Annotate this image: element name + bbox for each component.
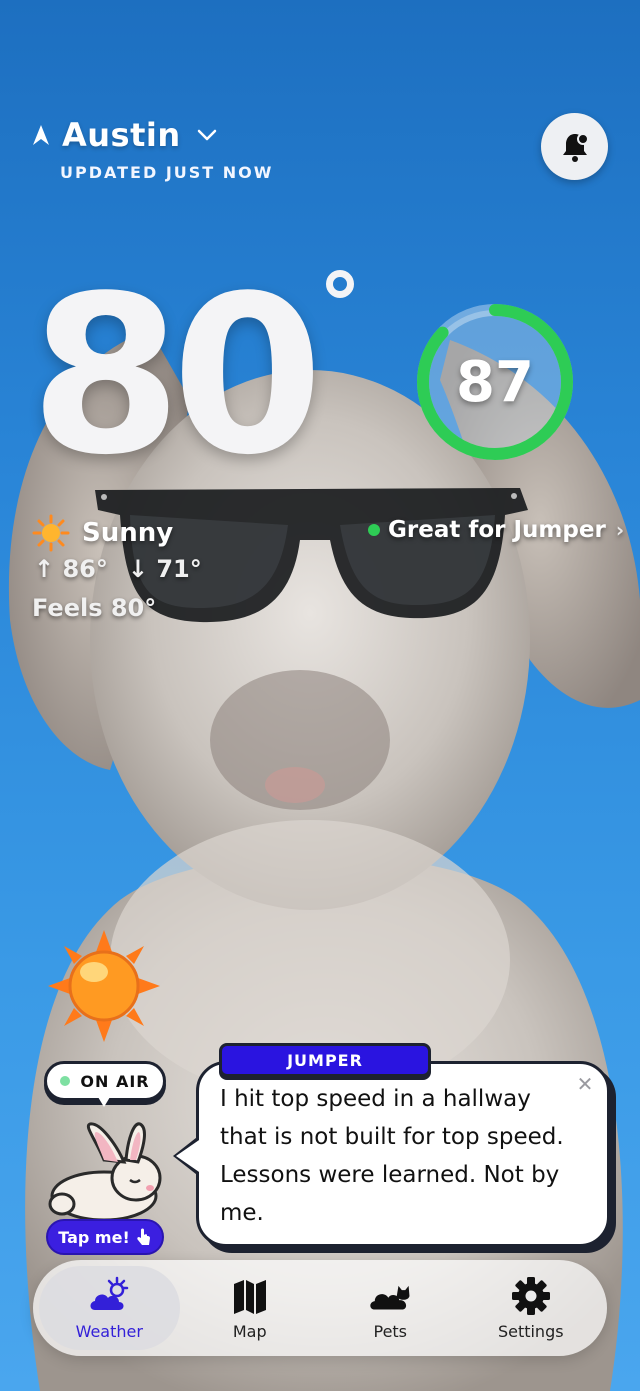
tab-label: Settings	[497, 1321, 564, 1341]
sun-icon	[32, 514, 70, 552]
tab-label: Pets	[373, 1321, 408, 1341]
gear-icon	[511, 1276, 550, 1315]
low-temp: ↓ 71°	[127, 555, 202, 583]
city-name: Austin	[62, 116, 181, 154]
chevron-down-icon	[197, 129, 216, 141]
status-dot	[368, 524, 380, 536]
degree-symbol	[326, 270, 354, 298]
tap-me-button[interactable]: Tap me!	[46, 1219, 164, 1255]
low-temp-value: 71°	[156, 555, 202, 583]
on-air-label: ON AIR	[80, 1071, 150, 1091]
pet-status-text: Great for Jumper	[388, 517, 606, 543]
notifications-button[interactable]	[541, 113, 608, 180]
condition-row: Sunny	[32, 514, 173, 552]
cloud-sun-icon	[90, 1276, 129, 1310]
updated-status: UPDATED JUST NOW	[60, 163, 274, 182]
chevron-right-icon: ›	[615, 518, 625, 542]
pet-status-link[interactable]: Great for Jumper ›	[368, 517, 624, 543]
cloud-cat-icon	[370, 1285, 410, 1310]
tab-map[interactable]: Map	[180, 1266, 321, 1350]
high-temp-value: 86°	[62, 555, 108, 583]
tab-settings[interactable]: Settings	[461, 1266, 602, 1350]
speaker-tag: JUMPER	[219, 1043, 431, 1077]
sun-sticker-icon	[48, 930, 160, 1042]
close-icon[interactable]: ✕	[574, 1073, 596, 1095]
tab-pets[interactable]: Pets	[320, 1266, 461, 1350]
tab-label: Weather	[75, 1321, 143, 1341]
on-air-badge: ON AIR	[44, 1061, 166, 1101]
tap-hand-icon	[137, 1228, 150, 1245]
tab-weather[interactable]: Weather	[39, 1266, 180, 1350]
on-air-dot	[60, 1076, 71, 1086]
speaker-name: JUMPER	[287, 1050, 363, 1070]
current-temperature: 80	[30, 250, 323, 503]
high-low-temps: ↑ 86° ↓ 71°	[34, 555, 202, 583]
location-selector[interactable]: Austin	[32, 116, 217, 154]
bell-icon	[562, 132, 589, 162]
high-temp: ↑ 86°	[34, 555, 108, 583]
pet-score-value: 87	[456, 350, 534, 415]
pixel-bunny-avatar[interactable]	[40, 1120, 164, 1224]
bottom-tab-bar: Weather Map Pets Settings	[33, 1260, 607, 1356]
map-icon	[233, 1279, 266, 1314]
message-text: I hit top speed in a hallway that is not…	[220, 1086, 564, 1226]
condition-text: Sunny	[82, 518, 174, 548]
location-arrow-icon	[33, 125, 49, 145]
tab-label: Map	[232, 1321, 267, 1341]
feels-like: Feels 80°	[32, 594, 157, 622]
tap-me-label: Tap me!	[58, 1227, 130, 1247]
